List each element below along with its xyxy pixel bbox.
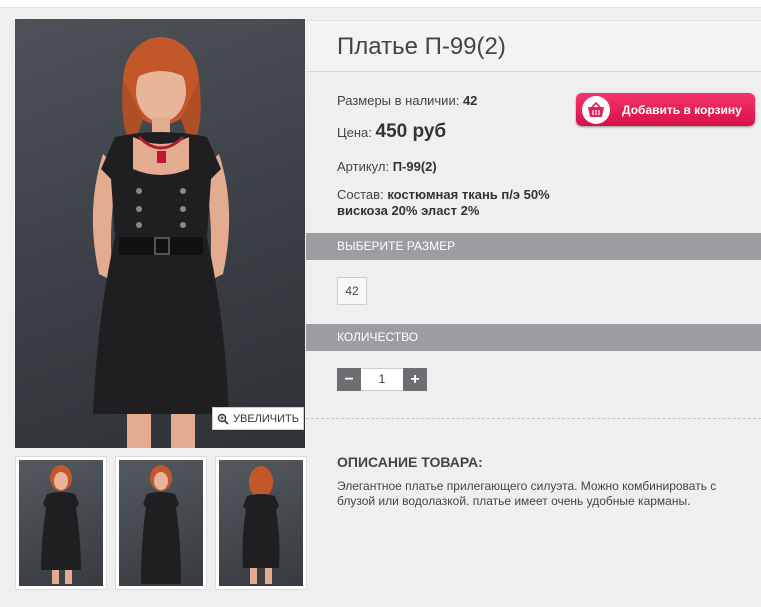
- composition-value-line1: костюмная ткань п/э 50%: [387, 187, 550, 202]
- size-option-42[interactable]: 42: [337, 277, 367, 305]
- quantity-input[interactable]: 1: [361, 368, 403, 391]
- quantity-increase-button[interactable]: +: [403, 368, 427, 391]
- product-title-bar: Платье П-99(2): [306, 20, 761, 72]
- thumbnail-1[interactable]: [15, 456, 107, 590]
- size-section-header: ВЫБЕРИТЕ РАЗМЕР: [306, 233, 761, 260]
- thumbnail-2[interactable]: [115, 456, 207, 590]
- article: Артикул: П-99(2): [337, 159, 437, 174]
- add-to-cart-label: Добавить в корзину: [622, 102, 742, 117]
- price-label: Цена:: [337, 125, 372, 140]
- sizes-value: 42: [462, 93, 478, 108]
- product-main-image[interactable]: [15, 19, 305, 448]
- description-title: ОПИСАНИЕ ТОВАРА:: [337, 454, 483, 470]
- zoom-button[interactable]: УВЕЛИЧИТЬ: [212, 407, 304, 430]
- thumbnail-image: [119, 460, 203, 586]
- divider: [306, 418, 761, 419]
- quantity-stepper: − 1 +: [337, 368, 427, 391]
- price-value: 450 руб: [375, 121, 447, 142]
- price: Цена: 450 руб: [337, 121, 446, 143]
- quantity-decrease-button[interactable]: −: [337, 368, 361, 391]
- top-bar: [0, 0, 761, 8]
- composition-value-line2: вискоза 20% эласт 2%: [337, 203, 480, 218]
- sizes-label: Размеры в наличии:: [337, 93, 460, 108]
- thumbnail-3[interactable]: [215, 456, 307, 590]
- article-label: Артикул:: [337, 159, 390, 174]
- magnifier-icon: [217, 413, 229, 425]
- description-text: Элегантное платье прилегающего силуэта. …: [337, 479, 717, 508]
- basket-icon: [582, 95, 610, 124]
- sizes-available: Размеры в наличии: 42: [337, 93, 477, 108]
- size-option-label: 42: [345, 284, 359, 298]
- thumbnail-strip: [15, 456, 307, 590]
- zoom-label: УВЕЛИЧИТЬ: [233, 412, 299, 425]
- product-title: Платье П-99(2): [337, 33, 506, 60]
- quantity-section-header: КОЛИЧЕСТВО: [306, 324, 761, 351]
- composition-label: Состав:: [337, 187, 384, 202]
- thumbnail-image: [19, 460, 103, 586]
- size-section-title: ВЫБЕРИТЕ РАЗМЕР: [337, 239, 456, 253]
- thumbnail-image: [219, 460, 303, 586]
- article-value: П-99(2): [392, 159, 437, 174]
- add-to-cart-button[interactable]: Добавить в корзину: [576, 93, 755, 126]
- composition: Состав: костюмная ткань п/э 50% вискоза …: [337, 187, 550, 219]
- quantity-section-title: КОЛИЧЕСТВО: [337, 330, 419, 344]
- dress-photo-illustration: [92, 37, 230, 448]
